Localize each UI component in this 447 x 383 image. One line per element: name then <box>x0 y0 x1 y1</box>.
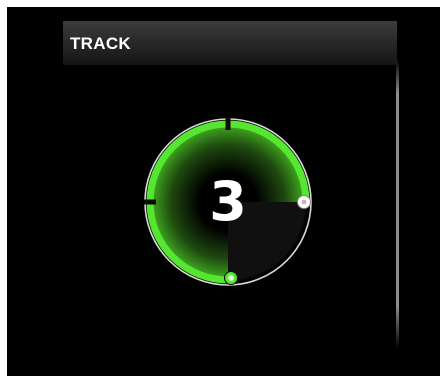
scrollbar[interactable] <box>396 59 399 349</box>
dial-graphic <box>144 118 312 286</box>
dial-knob-center <box>301 199 307 205</box>
dial-tick-top <box>225 118 231 130</box>
track-dial[interactable]: 3 <box>140 114 316 290</box>
dial-tick-left <box>144 199 156 205</box>
dial-start-handle-center <box>228 275 234 281</box>
panel-title: TRACK <box>70 34 131 53</box>
panel-header: TRACK <box>63 21 397 65</box>
app-frame: TRACK 3 <box>7 7 440 376</box>
dial-empty-quadrant <box>228 202 306 280</box>
